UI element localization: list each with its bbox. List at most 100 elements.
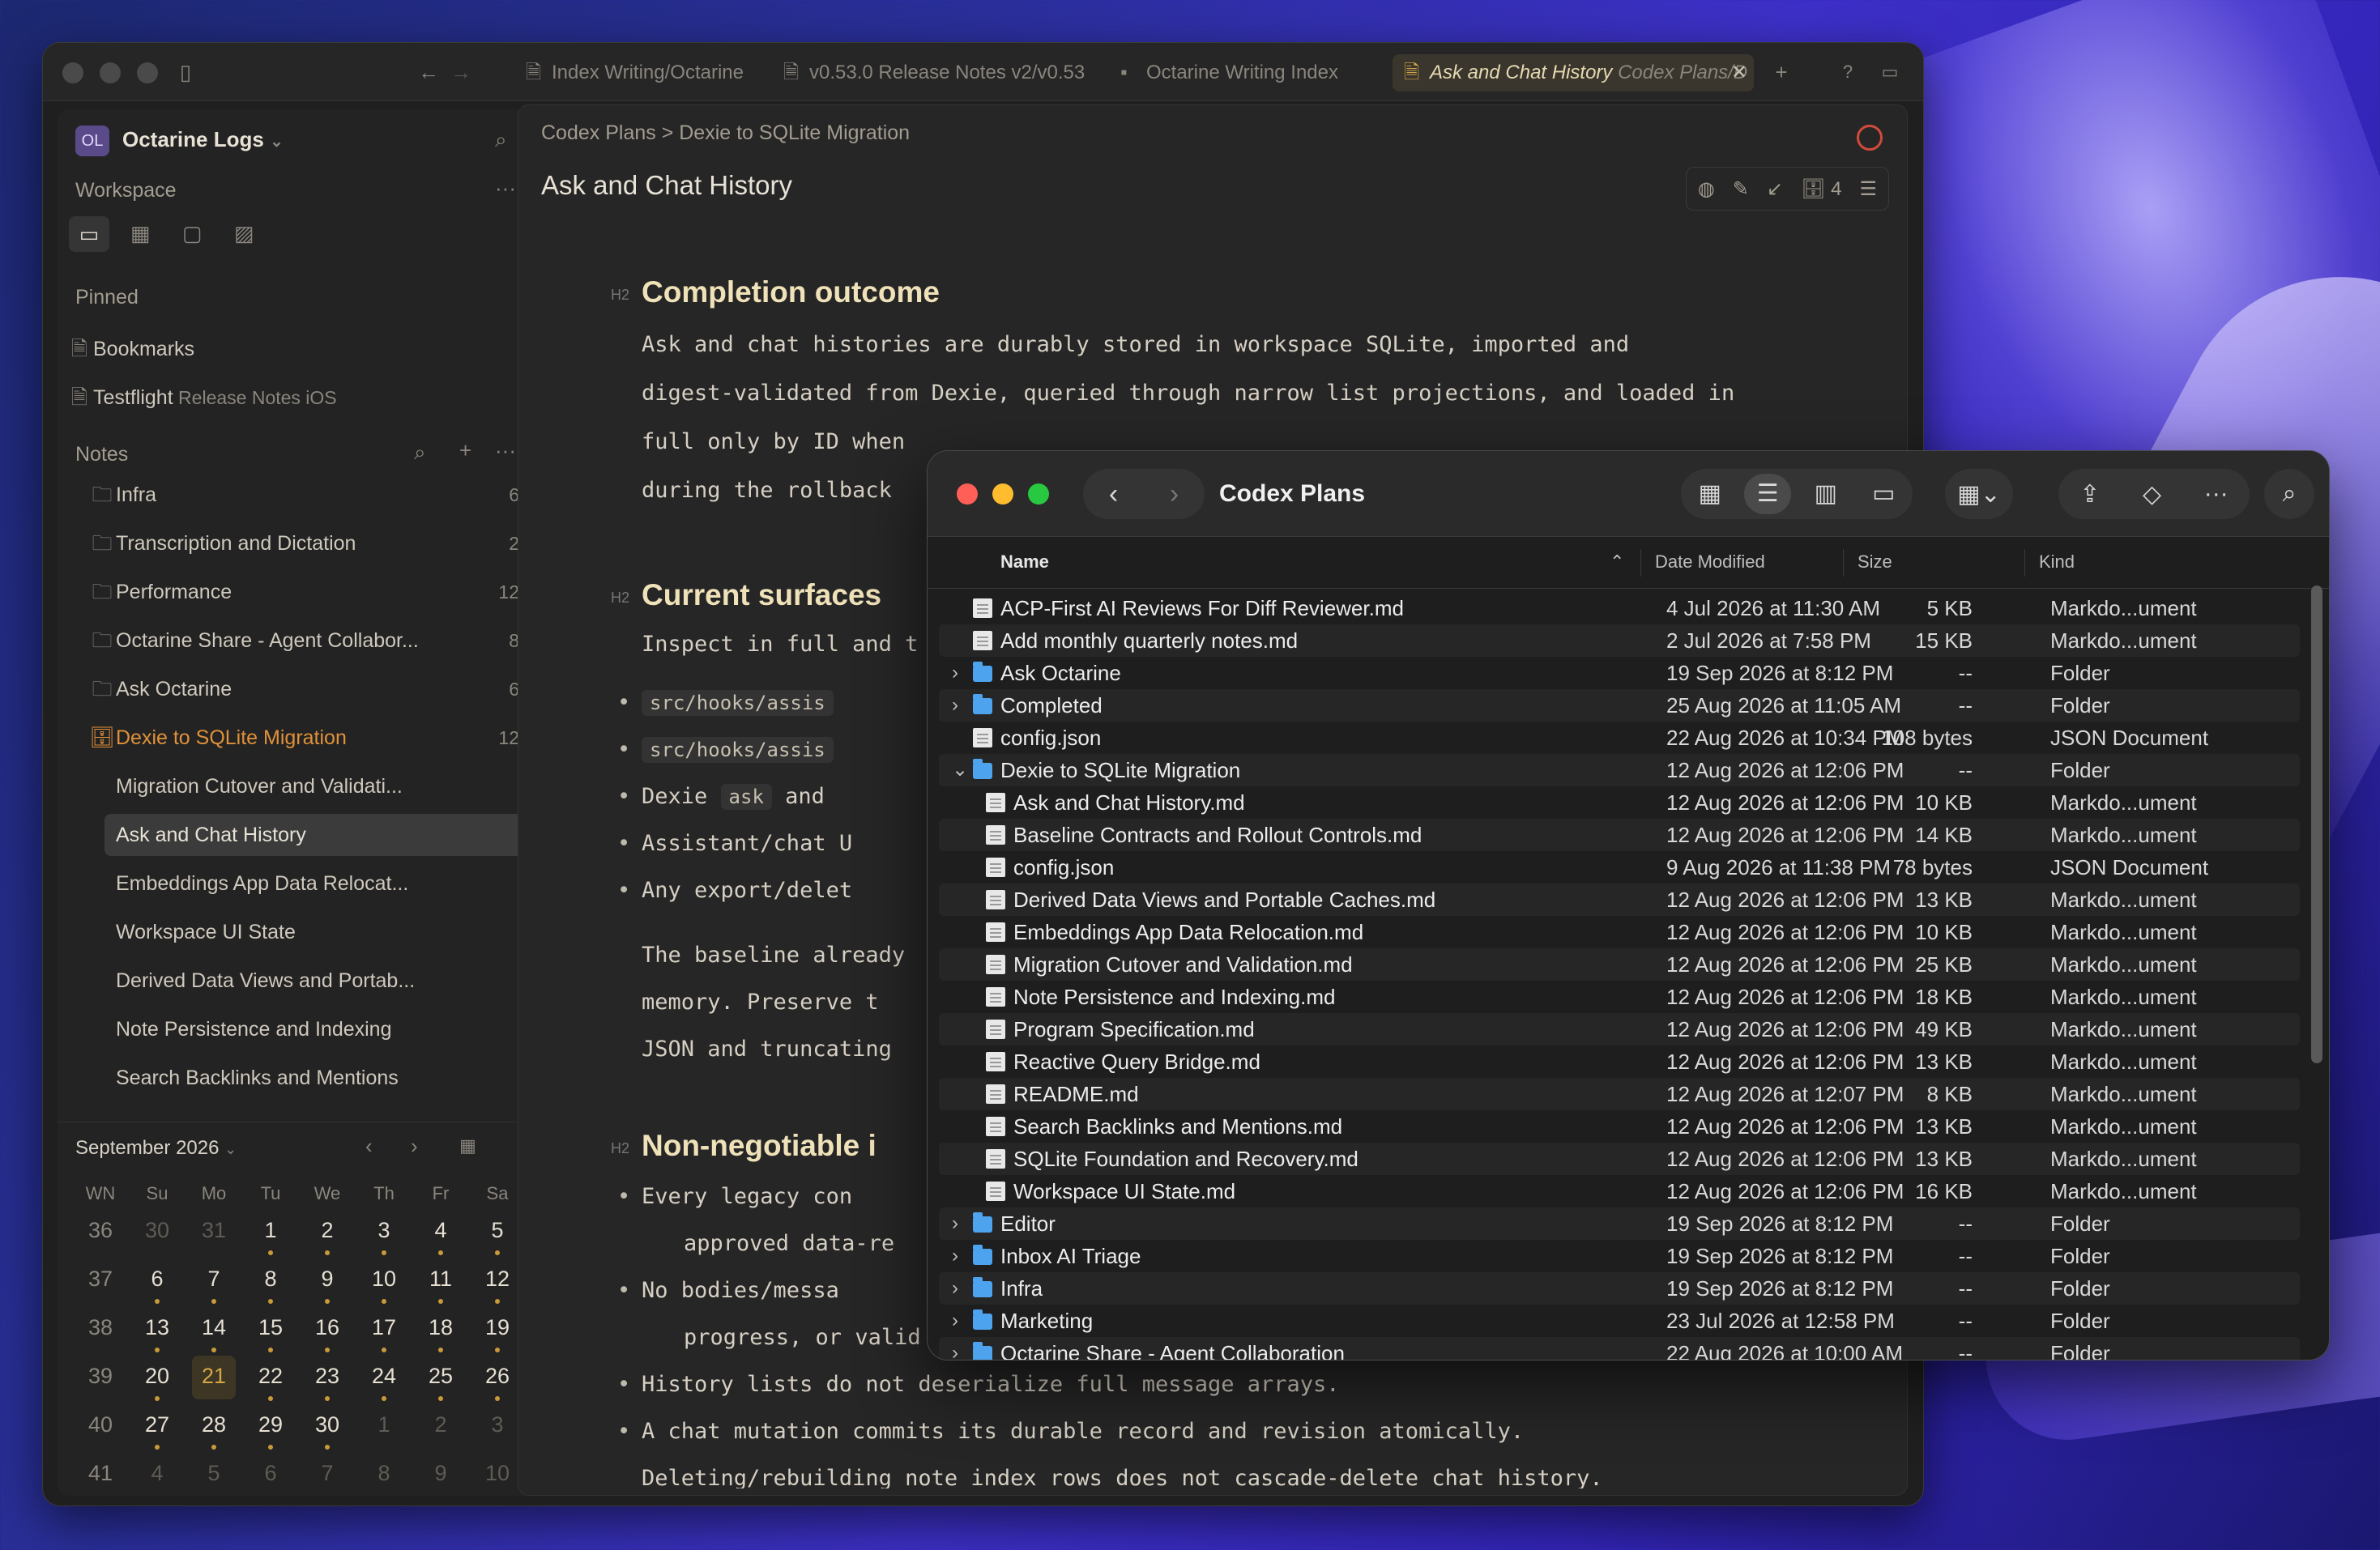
file-row[interactable]: README.md 12 Aug 2026 at 12:07 PM 8 KB Mark… [939,1078,2300,1110]
sidebar-toggle-icon[interactable]: ▯ [173,59,198,85]
bullet-item[interactable]: Dexie ask and [617,774,825,820]
calendar-day[interactable]: 6 [242,1453,299,1501]
file-row[interactable]: Derived Data Views and Portable Caches.m… [939,884,2300,916]
column-view-icon[interactable]: ▥ [1802,474,1849,514]
page-title[interactable]: Ask and Chat History [541,170,792,201]
calendar-day[interactable]: 30 [299,1404,356,1453]
table-view-icon[interactable]: ▦ [130,221,151,246]
notes-more-icon[interactable]: ··· [495,438,516,463]
bullet-item[interactable]: A chat mutation commits its durable reco… [617,1409,1524,1454]
calendar-day[interactable]: 6 [129,1258,186,1307]
forward-arrow-icon[interactable]: → [448,59,474,85]
file-row[interactable]: Program Specification.md 12 Aug 2026 at 1… [939,1013,2300,1045]
week-number[interactable]: 40 [72,1404,129,1453]
calendar-day[interactable]: 4 [129,1453,186,1501]
close-window-button[interactable] [62,62,83,83]
settings-sliders-icon[interactable]: ☰ [1859,177,1877,201]
previous-month-icon[interactable]: ‹ [365,1134,373,1159]
folder-row[interactable]: › Completed 25 Aug 2026 at 11:05 AM -- Folde… [939,689,2300,722]
calendar-day[interactable]: 9 [299,1258,356,1307]
disclosure-collapsed-icon[interactable]: › [952,1337,958,1360]
pinned-item-bookmarks[interactable]: 🗎 Bookmarks [66,328,527,370]
calendar-day[interactable]: 18 [412,1307,469,1356]
calendar-day[interactable]: 1 [356,1404,412,1453]
note-ask-and-chat-history[interactable]: Ask and Chat History [104,814,527,856]
globe-icon[interactable]: ◍ [1698,177,1715,201]
calendar-day[interactable]: 7 [186,1258,242,1307]
folder-view-icon[interactable]: ▭ [69,216,109,252]
disclosure-collapsed-icon[interactable]: › [952,1240,958,1272]
calendar-day[interactable]: 2 [412,1404,469,1453]
back-chevron-icon[interactable]: ‹ [1109,479,1118,510]
week-number[interactable]: 36 [72,1210,129,1258]
file-row[interactable]: Add monthly quarterly notes.md 2 Jul 2026… [939,624,2300,657]
calendar-day[interactable]: 2 [299,1210,356,1258]
tab-ask-and-chat-history[interactable]: 🗎 Ask and Chat History Codex Plans/D ✕ [1393,54,1754,92]
bullet-item[interactable]: Every legacy con [617,1174,852,1220]
breadcrumb[interactable]: Codex Plans > Dexie to SQLite Migration [541,121,910,145]
paragraph-line[interactable]: JSON and truncating [642,1027,892,1072]
bullet-item[interactable]: History lists do not deserialize full me… [617,1362,1340,1407]
folder-infra[interactable]: 🗀 Infra 6 [66,474,527,516]
calendar-day[interactable]: 8 [242,1258,299,1307]
disclosure-collapsed-icon[interactable]: › [952,1305,958,1337]
record-icon[interactable] [1857,125,1883,151]
zoom-window-button[interactable] [137,62,158,83]
note-persistence-indexing[interactable]: Note Persistence and Indexing [104,1008,527,1050]
calendar-icon[interactable]: ▦ [459,1135,476,1156]
folder-row[interactable]: › Editor 19 Sep 2026 at 8:12 PM -- Folder [939,1207,2300,1240]
zoom-window-button[interactable] [1028,483,1049,505]
bullet-item[interactable]: src/hooks/assis [617,680,834,726]
file-row[interactable]: Workspace UI State.md 12 Aug 2026 at 12:0… [939,1175,2300,1207]
folder-row[interactable]: › Octarine Share - Agent Collaboration 22 … [939,1337,2300,1360]
calendar-day[interactable]: 25 [412,1356,469,1404]
bullet-item[interactable]: No bodies/messa [617,1268,839,1314]
folder-row[interactable]: › Infra 19 Sep 2026 at 8:12 PM -- Folder [939,1272,2300,1305]
calendar-day[interactable]: 30 [129,1210,186,1258]
calendar-day[interactable]: 9 [412,1453,469,1501]
add-note-icon[interactable]: + [459,438,471,463]
image-icon[interactable]: ▨ [234,221,254,246]
collapse-arrow-icon[interactable]: ↙ [1767,177,1783,201]
file-row[interactable]: Reactive Query Bridge.md 12 Aug 2026 at 1… [939,1045,2300,1078]
week-number[interactable]: 39 [72,1356,129,1404]
calendar-month[interactable]: September 2026 ⌄ [75,1137,237,1160]
paragraph-line[interactable]: during the rollback [642,468,892,513]
folder-dexie-to-sqlite[interactable]: 🗄Dexie to SQLite Migration 12 [66,717,527,759]
note-derived-data-views[interactable]: Derived Data Views and Portab... [104,960,527,1002]
folder-octarine-share[interactable]: 🗀 Octarine Share - Agent Collabor... 8 [66,620,527,662]
calendar-day[interactable]: 11 [412,1258,469,1307]
week-number[interactable]: 37 [72,1258,129,1307]
paragraph-line[interactable]: Ask and chat histories are durably store… [642,322,1629,368]
scrollbar-thumb[interactable] [2311,586,2322,1063]
pinned-item-testflight[interactable]: 🗎 Testflight Release Notes iOS [66,377,527,419]
calendar-day[interactable]: 27 [129,1404,186,1453]
calendar-day-today[interactable]: 21 [186,1356,242,1404]
file-row[interactable]: config.json 9 Aug 2026 at 11:38 PM 78 byte… [939,851,2300,884]
workspace-avatar[interactable]: OL [75,126,109,156]
forward-chevron-icon[interactable]: › [1170,479,1179,510]
calendar-day[interactable]: 17 [356,1307,412,1356]
disclosure-collapsed-icon[interactable]: › [952,1207,958,1240]
gallery-view-icon[interactable]: ▭ [1860,474,1907,514]
heading-non-negotiable[interactable]: Non-negotiable i [642,1129,877,1163]
database-icon[interactable]: 🗄 4 [1801,177,1842,201]
calendar-day[interactable]: 24 [356,1356,412,1404]
sort-ascending-icon[interactable]: ⌃ [1610,551,1624,573]
calendar-day[interactable]: 4 [412,1210,469,1258]
search-icon[interactable]: ⌕ [495,127,507,153]
more-options-icon[interactable]: ··· [495,176,516,201]
folder-ask-octarine[interactable]: 🗀 Ask Octarine 6 [66,668,527,710]
column-divider[interactable] [2024,549,2025,577]
folder-row[interactable]: ⌄ Dexie to SQLite Migration 12 Aug 2026 at… [939,754,2300,786]
calendar-day[interactable]: 1 [242,1210,299,1258]
brush-icon[interactable]: ✎ [1733,177,1749,201]
disclosure-expanded-icon[interactable]: ⌄ [952,754,968,786]
close-tab-icon[interactable]: ✕ [1731,54,1747,92]
paragraph-line[interactable]: progress, or valid [684,1315,921,1361]
search-notes-icon[interactable]: ⌕ [414,440,426,466]
tag-icon[interactable]: ◇ [2143,480,2161,509]
file-row[interactable]: Search Backlinks and Mentions.md 12 Aug 2… [939,1110,2300,1143]
tab-writing-index[interactable]: ▪ Octarine Writing Index [1109,54,1388,92]
calendar-day[interactable]: 14 [186,1307,242,1356]
